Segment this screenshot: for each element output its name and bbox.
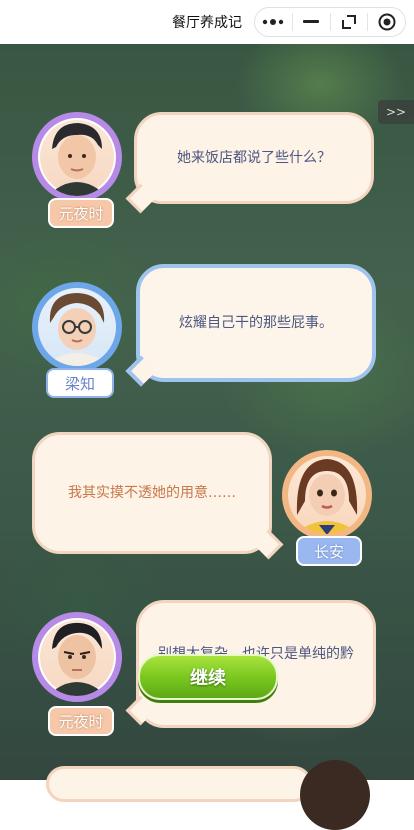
character-portrait-icon	[49, 292, 105, 366]
restore-button[interactable]	[331, 8, 368, 36]
speaker-nametag: 梁知	[46, 368, 114, 398]
avatar-liangzhi	[32, 282, 122, 372]
character-portrait-icon	[296, 458, 358, 534]
more-button[interactable]	[255, 8, 292, 36]
mini-program-capsule	[254, 7, 406, 37]
skip-button[interactable]: >>	[378, 100, 414, 124]
more-dots-icon	[263, 19, 284, 25]
speaker-nametag: 长安	[296, 536, 362, 566]
avatar-yuanyeshi	[32, 612, 122, 702]
dialogue-text: 我其实摸不透她的用意……	[68, 485, 236, 501]
minimize-button[interactable]	[293, 8, 330, 36]
character-portrait-icon	[52, 622, 102, 696]
dialogue-bubble: 我其实摸不透她的用意……	[32, 432, 272, 554]
title-bar: 餐厅养成记	[0, 0, 414, 44]
next-dialogue-bubble	[46, 766, 312, 802]
dialogue-text: 炫耀自己干的那些屁事。	[179, 315, 333, 331]
dialogue-text: 她来饭店都说了些什么？	[177, 150, 331, 166]
restore-icon	[341, 15, 356, 29]
dialogue-bubble: 炫耀自己干的那些屁事。	[136, 264, 376, 382]
speaker-nametag: 元夜时	[48, 706, 114, 736]
avatar-yuanyeshi	[32, 112, 122, 202]
app-title: 餐厅养成记	[172, 15, 242, 31]
minimize-icon	[303, 20, 320, 23]
target-close-icon	[378, 13, 396, 31]
speaker-nametag: 元夜时	[48, 198, 114, 228]
dialogue-bubble: 她来饭店都说了些什么？	[134, 112, 374, 204]
character-portrait-icon	[52, 122, 102, 196]
next-avatar	[300, 760, 370, 830]
close-button[interactable]	[368, 8, 405, 36]
avatar-changan	[282, 450, 372, 540]
continue-button[interactable]: 继续	[138, 654, 278, 700]
